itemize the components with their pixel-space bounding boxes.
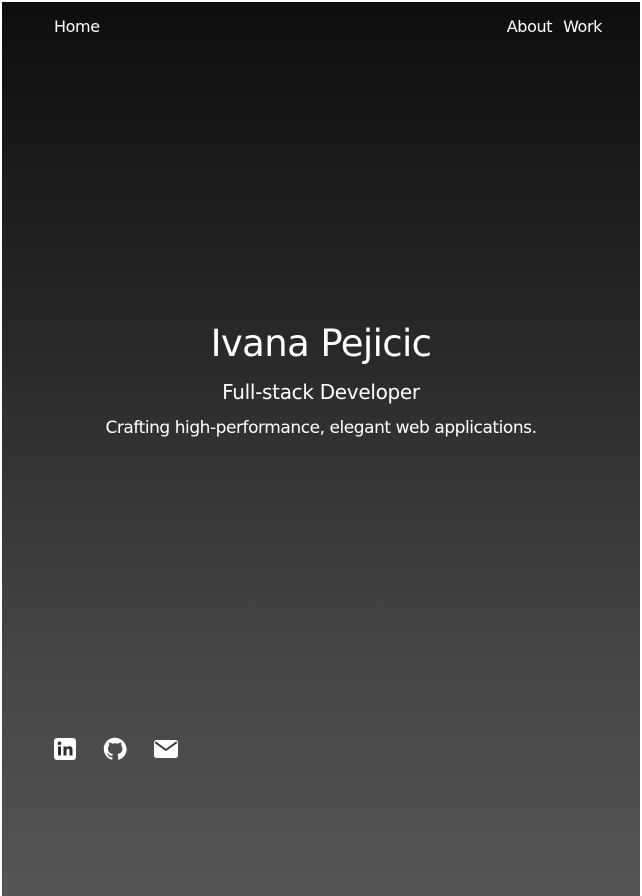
nav-work-link[interactable]: Work bbox=[563, 16, 602, 38]
github-icon bbox=[103, 737, 127, 760]
linkedin-icon bbox=[54, 738, 76, 760]
page: Home About Work Ivana Pejicic Full-stack… bbox=[2, 2, 640, 896]
linkedin-link[interactable] bbox=[53, 737, 77, 761]
top-nav: Home About Work bbox=[2, 16, 640, 38]
hero-tagline: Crafting high-performance, elegant web a… bbox=[105, 418, 537, 438]
github-link[interactable] bbox=[103, 737, 127, 761]
nav-right-group: About Work bbox=[507, 16, 603, 38]
social-links bbox=[53, 737, 178, 761]
hero-section: Ivana Pejicic Full-stack Developer Craft… bbox=[2, 320, 640, 440]
nav-about-link[interactable]: About bbox=[507, 16, 553, 38]
hero-name: Ivana Pejicic bbox=[210, 322, 432, 365]
email-link[interactable] bbox=[153, 737, 178, 761]
mail-icon bbox=[154, 740, 178, 758]
nav-home-link[interactable]: Home bbox=[54, 16, 100, 38]
hero-role: Full-stack Developer bbox=[222, 380, 420, 404]
